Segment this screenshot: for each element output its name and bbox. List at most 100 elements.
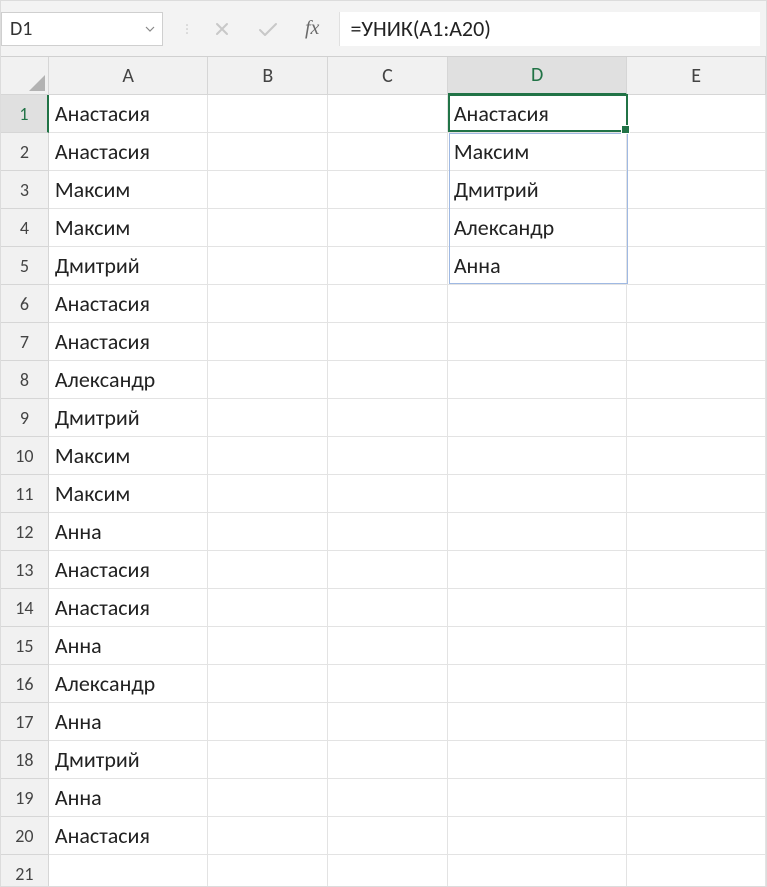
column-header-B[interactable]: B: [208, 57, 328, 95]
cell-A2[interactable]: Анастасия: [49, 133, 209, 171]
name-box[interactable]: D1: [1, 12, 163, 46]
cell-D12[interactable]: [448, 513, 628, 551]
cell-D5[interactable]: Анна: [448, 247, 628, 285]
cell-E13[interactable]: [627, 551, 766, 589]
name-box-dropdown-icon[interactable]: [144, 23, 156, 35]
cell-B6[interactable]: [208, 285, 328, 323]
cell-D20[interactable]: [448, 817, 628, 855]
cell-A5[interactable]: Дмитрий: [49, 247, 209, 285]
cell-D19[interactable]: [448, 779, 628, 817]
row-header-20[interactable]: 20: [1, 817, 49, 855]
cell-D17[interactable]: [448, 703, 628, 741]
cell-E17[interactable]: [627, 703, 766, 741]
cell-C18[interactable]: [328, 741, 448, 779]
cell-E20[interactable]: [627, 817, 766, 855]
cell-E5[interactable]: [627, 247, 766, 285]
select-all-corner[interactable]: [1, 57, 49, 95]
cell-C7[interactable]: [328, 323, 448, 361]
row-header-4[interactable]: 4: [1, 209, 49, 247]
row-header-7[interactable]: 7: [1, 323, 49, 361]
row-header-5[interactable]: 5: [1, 247, 49, 285]
drag-handle-icon[interactable]: [185, 16, 189, 42]
cell-A14[interactable]: Анастасия: [49, 589, 209, 627]
formula-input[interactable]: =УНИК(A1:A20): [339, 12, 760, 46]
cell-D15[interactable]: [448, 627, 628, 665]
cell-E3[interactable]: [627, 171, 766, 209]
cell-E8[interactable]: [627, 361, 766, 399]
row-header-2[interactable]: 2: [1, 133, 49, 171]
row-header-19[interactable]: 19: [1, 779, 49, 817]
cell-D13[interactable]: [448, 551, 628, 589]
cell-D4[interactable]: Александр: [448, 209, 628, 247]
cell-E1[interactable]: [627, 95, 766, 133]
cell-A18[interactable]: Дмитрий: [49, 741, 209, 779]
cell-C5[interactable]: [328, 247, 448, 285]
row-header-8[interactable]: 8: [1, 361, 49, 399]
cell-A9[interactable]: Дмитрий: [49, 399, 209, 437]
cell-E15[interactable]: [627, 627, 766, 665]
cell-D10[interactable]: [448, 437, 628, 475]
cell-B11[interactable]: [208, 475, 328, 513]
cell-B19[interactable]: [208, 779, 328, 817]
row-header-17[interactable]: 17: [1, 703, 49, 741]
cell-C8[interactable]: [328, 361, 448, 399]
cell-A1[interactable]: Анастасия: [49, 95, 209, 133]
cell-E10[interactable]: [627, 437, 766, 475]
cell-C3[interactable]: [328, 171, 448, 209]
cell-D3[interactable]: Дмитрий: [448, 171, 628, 209]
row-header-21[interactable]: 21: [1, 855, 49, 887]
cell-C12[interactable]: [328, 513, 448, 551]
cell-B4[interactable]: [208, 209, 328, 247]
cell-E9[interactable]: [627, 399, 766, 437]
cell-E11[interactable]: [627, 475, 766, 513]
cell-E21[interactable]: [627, 855, 766, 887]
row-header-18[interactable]: 18: [1, 741, 49, 779]
cell-B3[interactable]: [208, 171, 328, 209]
cell-C10[interactable]: [328, 437, 448, 475]
cell-A13[interactable]: Анастасия: [49, 551, 209, 589]
cell-A10[interactable]: Максим: [49, 437, 209, 475]
cell-C13[interactable]: [328, 551, 448, 589]
row-header-10[interactable]: 10: [1, 437, 49, 475]
cell-C11[interactable]: [328, 475, 448, 513]
row-header-1[interactable]: 1: [1, 95, 49, 133]
cell-B5[interactable]: [208, 247, 328, 285]
cell-D1[interactable]: Анастасия: [448, 95, 628, 133]
cell-B1[interactable]: [208, 95, 328, 133]
fx-icon[interactable]: fx: [301, 17, 323, 40]
cell-A4[interactable]: Максим: [49, 209, 209, 247]
cell-C19[interactable]: [328, 779, 448, 817]
cell-C21[interactable]: [328, 855, 448, 887]
row-header-3[interactable]: 3: [1, 171, 49, 209]
cell-B18[interactable]: [208, 741, 328, 779]
cell-D2[interactable]: Максим: [448, 133, 628, 171]
cell-E4[interactable]: [627, 209, 766, 247]
cell-D18[interactable]: [448, 741, 628, 779]
cell-D21[interactable]: [448, 855, 628, 887]
cell-B16[interactable]: [208, 665, 328, 703]
cell-B20[interactable]: [208, 817, 328, 855]
cell-E6[interactable]: [627, 285, 766, 323]
column-header-D[interactable]: D: [448, 57, 628, 95]
enter-formula-button[interactable]: [255, 16, 281, 42]
cell-C20[interactable]: [328, 817, 448, 855]
cell-A20[interactable]: Анастасия: [49, 817, 209, 855]
row-header-12[interactable]: 12: [1, 513, 49, 551]
cell-A15[interactable]: Анна: [49, 627, 209, 665]
cell-D11[interactable]: [448, 475, 628, 513]
cell-D7[interactable]: [448, 323, 628, 361]
cell-A7[interactable]: Анастасия: [49, 323, 209, 361]
cell-A11[interactable]: Максим: [49, 475, 209, 513]
cell-A21[interactable]: [49, 855, 209, 887]
row-header-9[interactable]: 9: [1, 399, 49, 437]
row-header-15[interactable]: 15: [1, 627, 49, 665]
cell-A16[interactable]: Александр: [49, 665, 209, 703]
cell-C14[interactable]: [328, 589, 448, 627]
cell-E19[interactable]: [627, 779, 766, 817]
cell-B12[interactable]: [208, 513, 328, 551]
row-header-16[interactable]: 16: [1, 665, 49, 703]
column-header-A[interactable]: A: [49, 57, 209, 95]
cell-C2[interactable]: [328, 133, 448, 171]
cell-B7[interactable]: [208, 323, 328, 361]
cell-C15[interactable]: [328, 627, 448, 665]
